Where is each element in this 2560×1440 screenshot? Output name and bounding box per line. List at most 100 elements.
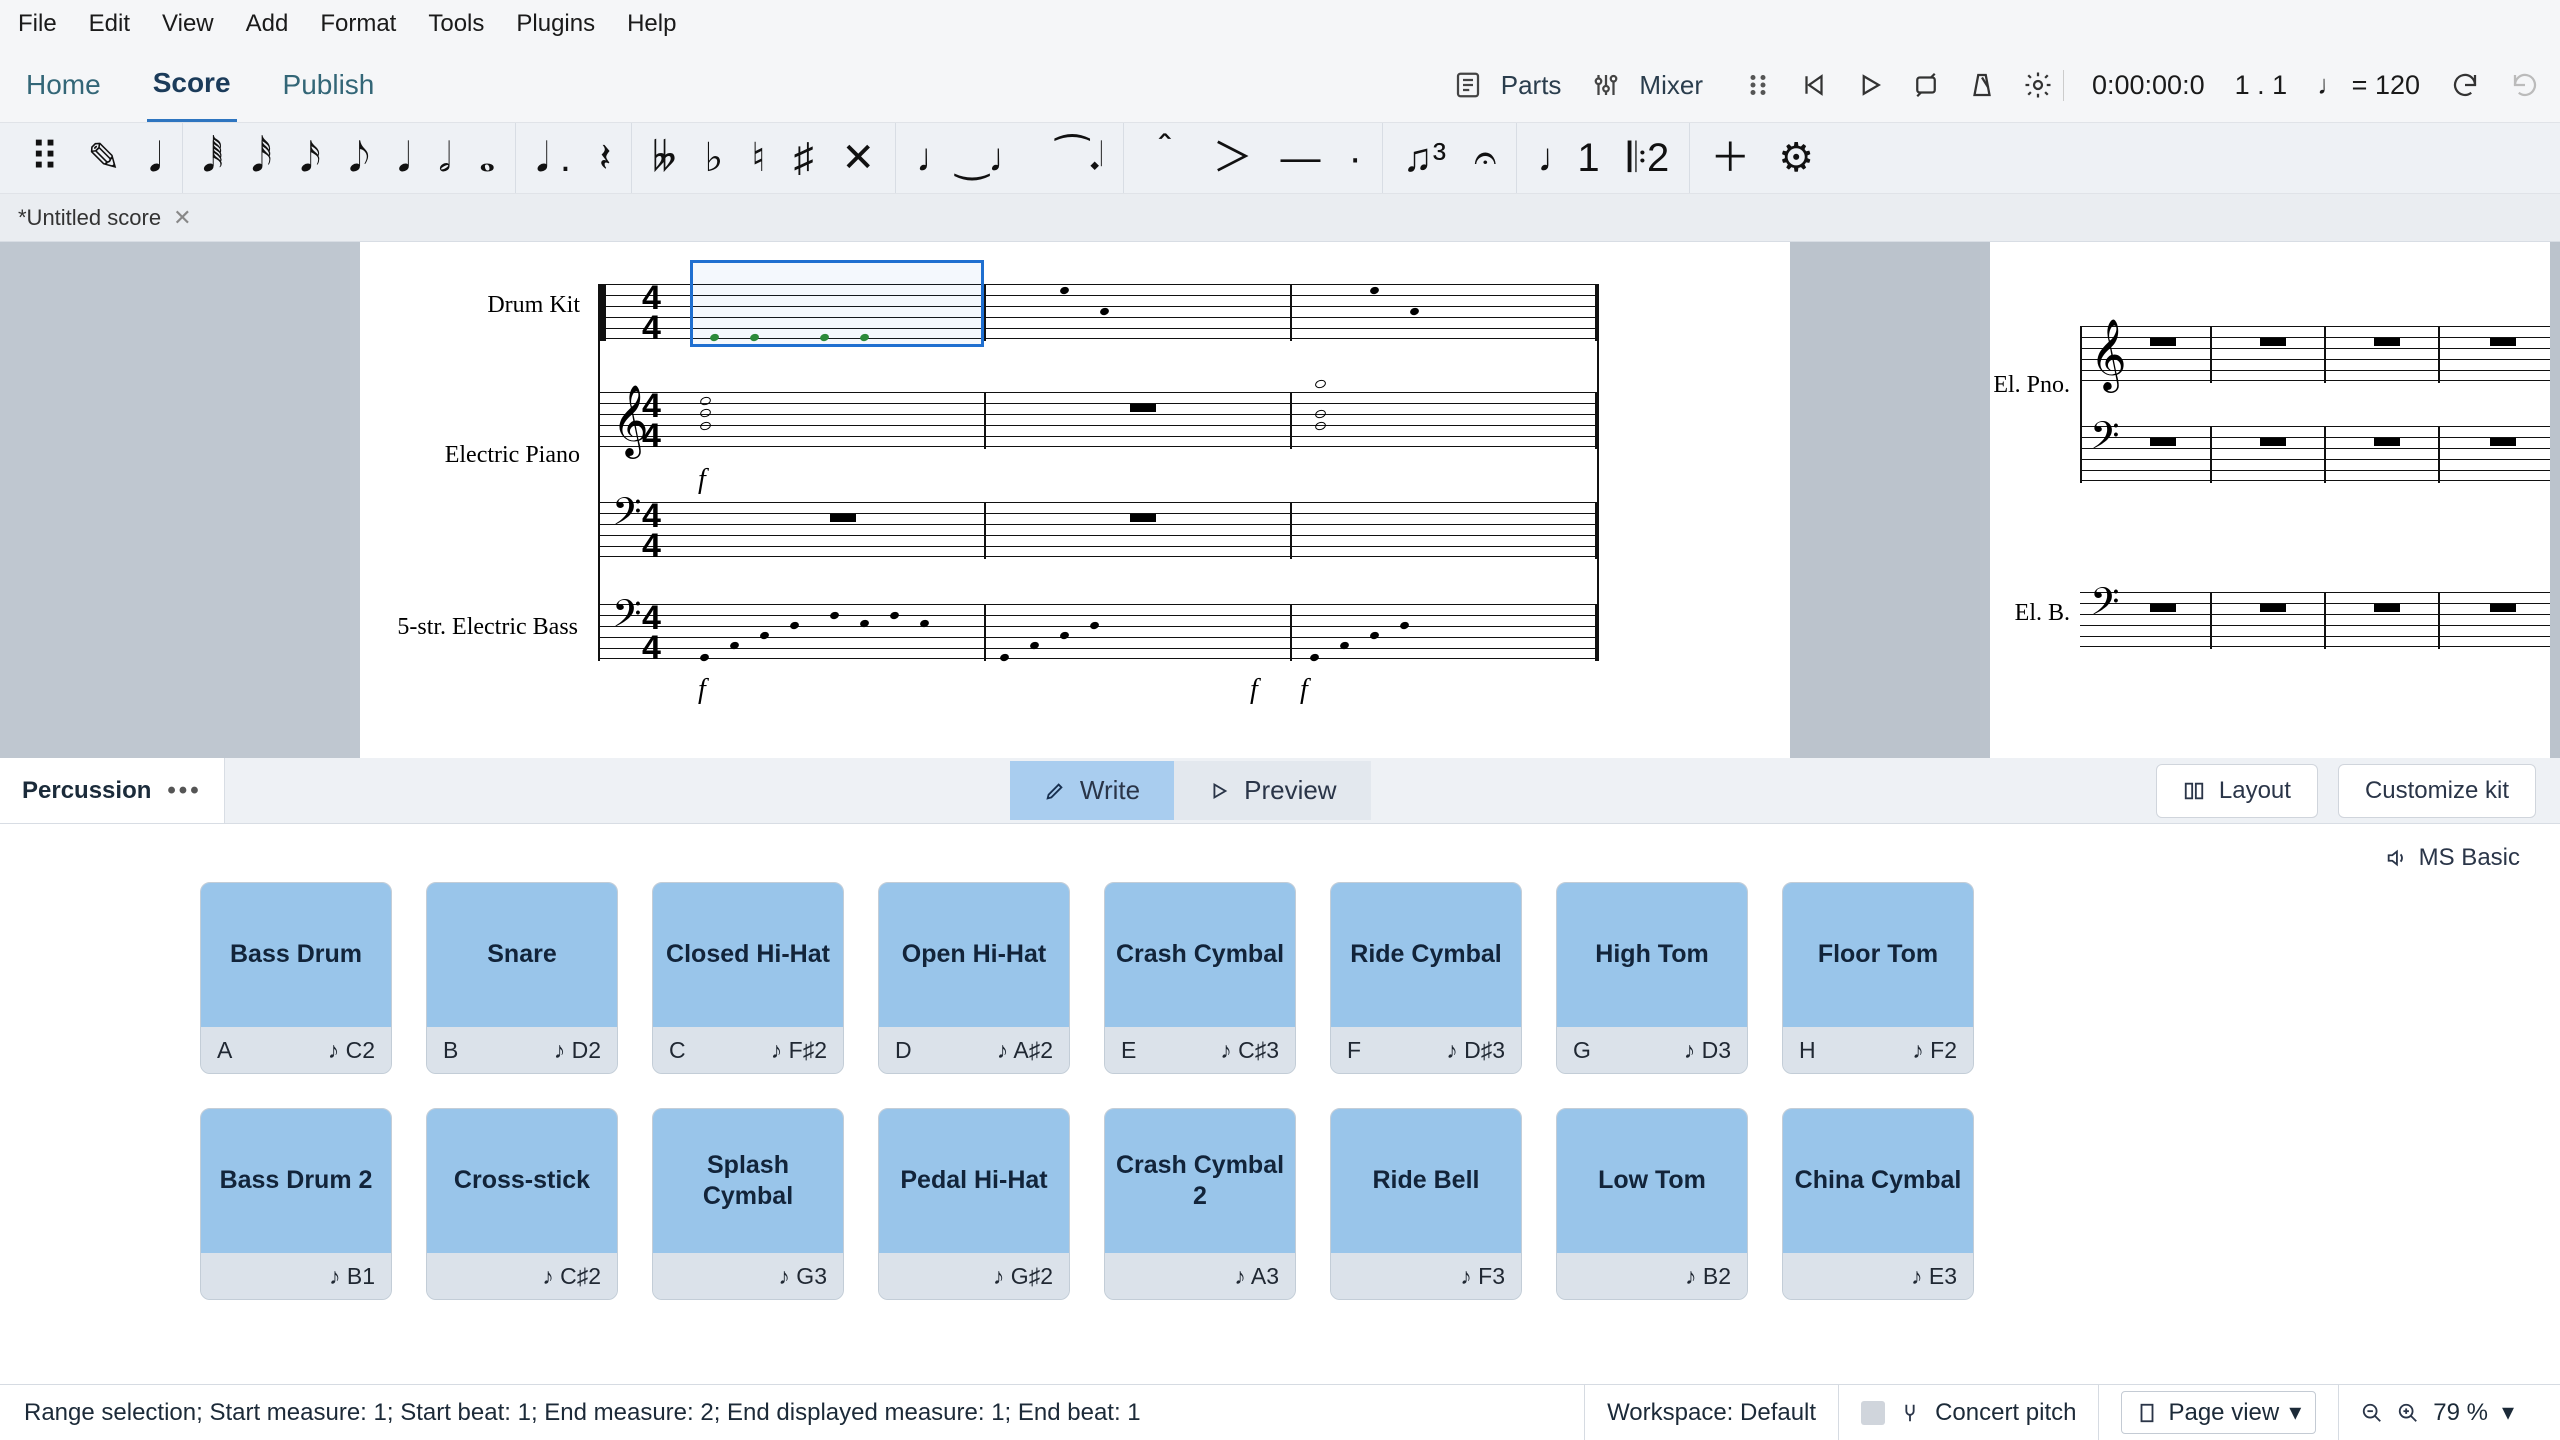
mixer-button[interactable]: Mixer (1591, 70, 1703, 101)
pad-note: ♪ E3 (1911, 1263, 1957, 1290)
zoom-in-icon[interactable] (2397, 1402, 2419, 1424)
menu-view[interactable]: View (162, 10, 214, 38)
menu-add[interactable]: Add (246, 10, 289, 38)
pad-note: ♪ C♯3 (1220, 1037, 1279, 1064)
chevron-down-icon[interactable]: ▾ (2502, 1398, 2514, 1427)
layout-button[interactable]: Layout (2156, 764, 2318, 818)
toolbar-glyph-5-2[interactable]: — (1280, 138, 1320, 178)
menu-help[interactable]: Help (627, 10, 676, 38)
percussion-pad[interactable]: Pedal Hi-Hat♪ G♯2 (878, 1108, 1070, 1300)
toolbar-glyph-8-1[interactable]: ⚙ (1778, 138, 1814, 178)
pad-footer: ♪ G♯2 (879, 1253, 1069, 1299)
zoom-out-icon[interactable] (2361, 1402, 2383, 1424)
tab-score[interactable]: Score (147, 47, 237, 123)
metronome-icon[interactable] (1967, 70, 1997, 100)
bass-clef-icon: 𝄢 (2090, 414, 2120, 469)
settings-icon[interactable] (2023, 70, 2053, 100)
toolbar-glyph-1-5[interactable]: 𝅗𝅥 (438, 138, 451, 178)
percussion-pad[interactable]: Crash Cymbal 2 ♪ A3 (1104, 1108, 1296, 1300)
preview-mode-button[interactable]: Preview (1174, 761, 1370, 820)
score-page-2[interactable]: El. Pno. 𝄞 𝄢 El. B. 𝄢 (1990, 242, 2550, 758)
toolbar-glyph-8-0[interactable]: ＋ (1710, 138, 1750, 178)
percussion-pad[interactable]: SnareB♪ D2 (426, 882, 618, 1074)
percussion-pad[interactable]: Floor TomH♪ F2 (1782, 882, 1974, 1074)
rewind-icon[interactable] (1799, 70, 1829, 100)
toolbar-glyph-1-2[interactable]: 𝅘𝅥𝅯 (300, 138, 321, 178)
toolbar-glyph-1-4[interactable]: 𝅘𝅥 (398, 138, 411, 178)
play-icon (1208, 780, 1230, 802)
pad-footer: G♪ D3 (1557, 1027, 1747, 1073)
pad-note: ♪ B1 (329, 1263, 375, 1290)
toolbar-glyph-7-1[interactable]: 𝄆2 (1628, 138, 1670, 178)
toolbar-glyph-4-1[interactable]: ⁀𝆺𝅥 (1056, 138, 1103, 178)
percussion-pad[interactable]: China Cymbal♪ E3 (1782, 1108, 1974, 1300)
status-bar: Range selection; Start measure: 1; Start… (0, 1384, 2560, 1440)
percussion-pad[interactable]: Bass Drum 2♪ B1 (200, 1108, 392, 1300)
toolbar-glyph-3-4[interactable]: ✕ (842, 138, 876, 178)
menu-plugins[interactable]: Plugins (516, 10, 595, 38)
drag-handle-icon[interactable] (1743, 70, 1773, 100)
write-mode-button[interactable]: Write (1010, 761, 1174, 820)
toolbar-glyph-3-3[interactable]: ♯ (794, 138, 814, 178)
tempo-display[interactable]: ♩ = 120 (2317, 70, 2420, 101)
workspace-label[interactable]: Workspace: Default (1584, 1385, 1838, 1440)
play-icon[interactable] (1855, 70, 1885, 100)
percussion-pad[interactable]: High TomG♪ D3 (1556, 882, 1748, 1074)
percussion-pad[interactable]: Closed Hi-HatC♪ F♯2 (652, 882, 844, 1074)
percussion-pad[interactable]: Splash Cymbal♪ G3 (652, 1108, 844, 1300)
percussion-pad[interactable]: Open Hi-HatD♪ A♯2 (878, 882, 1070, 1074)
view-mode-select[interactable]: Page view ▾ (2098, 1385, 2338, 1440)
toolbar-glyph-5-1[interactable]: ＞ (1212, 138, 1252, 178)
menu-tools[interactable]: Tools (428, 10, 484, 38)
more-icon[interactable]: ••• (167, 777, 201, 805)
parts-button[interactable]: Parts (1453, 70, 1562, 101)
pad-footer: A♪ C2 (201, 1027, 391, 1073)
toolbar-glyph-1-3[interactable]: 𝅘𝅥𝅮 (349, 138, 370, 178)
percussion-pad[interactable]: Low Tom♪ B2 (1556, 1108, 1748, 1300)
toolbar-glyph-6-0[interactable]: ♫³ (1403, 138, 1446, 178)
percussion-pad[interactable]: Ride Bell♪ F3 (1330, 1108, 1522, 1300)
percussion-pad[interactable]: Cross-stick♪ C♯2 (426, 1108, 618, 1300)
pad-label: Snare (427, 883, 617, 1027)
zoom-level[interactable]: 79 % (2433, 1399, 2488, 1427)
customize-kit-button[interactable]: Customize kit (2338, 764, 2536, 818)
document-tabs: *Untitled score ✕ (0, 194, 2560, 242)
toolbar-glyph-7-0[interactable]: ♩1 (1537, 138, 1599, 178)
document-tab[interactable]: *Untitled score (18, 205, 161, 231)
toolbar-glyph-3-2[interactable]: ♮ (751, 138, 765, 178)
percussion-pad[interactable]: Ride CymbalF♪ D♯3 (1330, 882, 1522, 1074)
toolbar-glyph-0-2[interactable]: 𝅘𝅥 (149, 138, 162, 178)
tab-publish[interactable]: Publish (277, 49, 381, 121)
percussion-pad[interactable]: Crash CymbalE♪ C♯3 (1104, 882, 1296, 1074)
toolbar-glyph-2-1[interactable]: 𝄽 (599, 138, 611, 178)
pad-note: ♪ A3 (1234, 1263, 1279, 1290)
loop-icon[interactable] (1911, 70, 1941, 100)
toolbar-glyph-3-1[interactable]: ♭ (704, 138, 723, 178)
toolbar-glyph-2-0[interactable]: 𝅘𝅥 . (536, 138, 571, 178)
toolbar-glyph-1-6[interactable]: 𝅝 (479, 138, 495, 178)
menu-edit[interactable]: Edit (89, 10, 130, 38)
percussion-pad[interactable]: Bass DrumA♪ C2 (200, 882, 392, 1074)
main-tabbar: Home Score Publish Parts Mixer 0:00:00:0… (0, 48, 2560, 122)
menu-format[interactable]: Format (320, 10, 396, 38)
undo-icon[interactable] (2450, 70, 2480, 100)
tab-home[interactable]: Home (20, 49, 107, 121)
close-tab-icon[interactable]: ✕ (173, 205, 191, 231)
bass-clef-icon: 𝄢 (612, 490, 642, 545)
toolbar-glyph-0-0[interactable]: ⠿ (30, 138, 59, 178)
tuning-fork-icon (1899, 1402, 1921, 1424)
toolbar-glyph-6-1[interactable]: 𝄐 (1474, 138, 1496, 178)
concert-pitch-toggle[interactable]: Concert pitch (1838, 1385, 2098, 1440)
toolbar-glyph-5-0[interactable]: ＾ (1144, 138, 1184, 178)
toolbar-glyph-1-1[interactable]: 𝅘𝅥𝅰 (251, 138, 272, 178)
score-page-1[interactable]: Drum Kit 44 Electric Piano 𝄞 44 (360, 242, 1790, 758)
toolbar-glyph-5-3[interactable]: · (1348, 138, 1361, 178)
toolbar-glyph-3-0[interactable]: 𝄫 (652, 138, 676, 178)
menu-file[interactable]: File (18, 10, 57, 38)
score-canvas[interactable]: Drum Kit 44 Electric Piano 𝄞 44 (0, 242, 2560, 758)
toolbar-glyph-4-0[interactable]: ♩‿♩ (916, 138, 1028, 178)
toolbar-glyph-1-0[interactable]: 𝅘𝅥𝅱 (203, 138, 224, 178)
pad-label: Crash Cymbal 2 (1105, 1109, 1295, 1253)
toolbar-glyph-0-1[interactable]: ✎ (87, 138, 121, 178)
soundfont-label[interactable]: MS Basic (2385, 844, 2520, 872)
